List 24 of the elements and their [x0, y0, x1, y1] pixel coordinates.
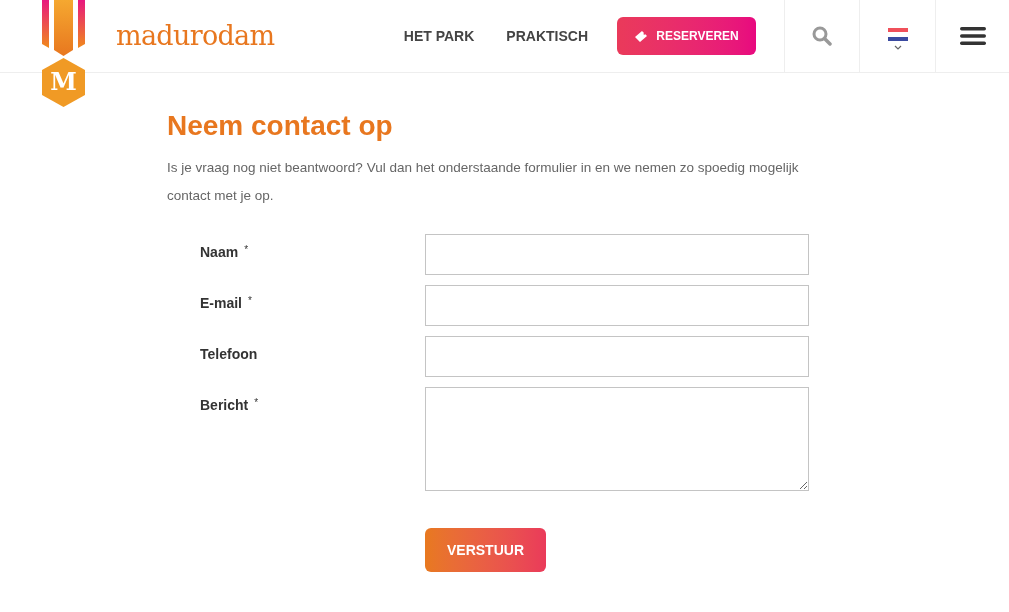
field-label: E-mail — [200, 294, 242, 313]
menu-icon[interactable] — [959, 26, 986, 46]
page-title: Neem contact op — [167, 109, 394, 143]
input-field[interactable] — [425, 285, 809, 326]
required-mark: * — [248, 294, 252, 308]
submit-button[interactable]: VERSTUUR — [425, 528, 546, 572]
logo-drawing[interactable]: M — [41, 0, 86, 108]
message-field[interactable] — [425, 387, 809, 491]
input-field[interactable] — [425, 336, 809, 377]
field-label: Naam — [200, 243, 239, 262]
nav-link[interactable]: PRAKTISCH — [506, 25, 588, 47]
field-label: Bericht — [200, 396, 249, 415]
nav-link[interactable]: HET PARK — [403, 25, 475, 47]
ticket-icon — [634, 30, 649, 42]
intro-text: Is je vraag nog niet beantwoord? Vul dan het onderstaande formulier in en we nemen zo spoedig mogelijk contact met je op. — [167, 159, 800, 205]
required-mark: * — [244, 243, 249, 257]
search-icon[interactable] — [812, 26, 832, 46]
input-field[interactable] — [425, 234, 809, 275]
required-mark: * — [254, 396, 259, 410]
field-label: Telefoon — [200, 345, 258, 364]
reserve-button[interactable]: RESERVEREN — [617, 17, 756, 55]
chevron-icon — [893, 45, 902, 50]
brand-name[interactable]: madurodam — [116, 15, 275, 57]
flag-icon — [887, 28, 908, 41]
